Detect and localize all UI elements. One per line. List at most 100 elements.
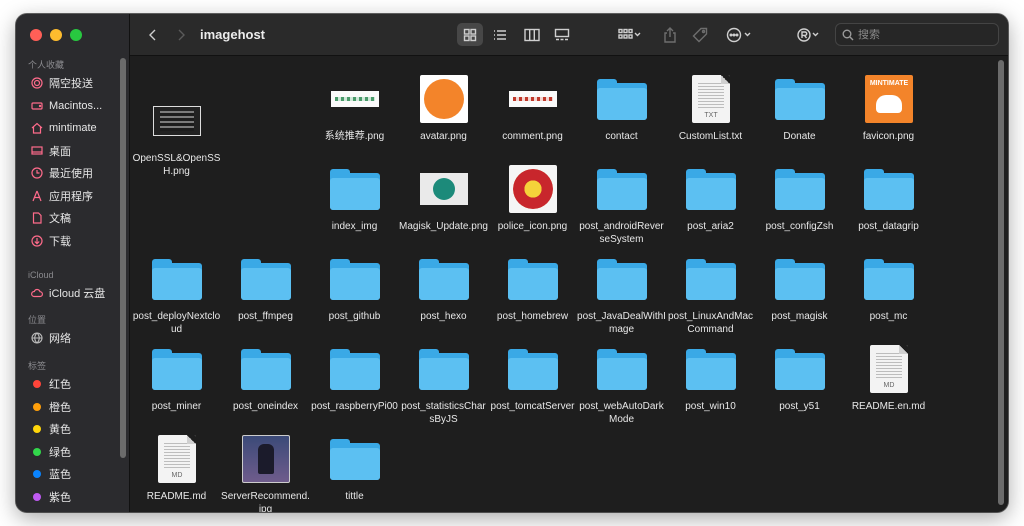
folder-item[interactable]: post_hexo <box>399 242 488 332</box>
search-input[interactable] <box>858 28 988 41</box>
more-button[interactable] <box>722 23 756 47</box>
folder-item[interactable]: index_img <box>310 152 399 242</box>
file-name: post_y51 <box>779 401 820 412</box>
file-item[interactable]: TXT CustomList.txt <box>666 62 755 152</box>
file-icon-wrap <box>597 74 647 124</box>
file-name: post_oneindex <box>232 401 299 412</box>
sidebar-section-header: iCloud <box>28 270 54 280</box>
sidebar-item[interactable]: 下载 <box>16 230 130 253</box>
folder-item[interactable]: post_win10 <box>666 332 755 422</box>
sidebar-item[interactable]: 网络 <box>16 327 130 350</box>
file-icon-wrap: MD <box>864 344 914 394</box>
sidebar-scrollbar[interactable] <box>120 58 126 458</box>
list-view-button[interactable] <box>490 23 510 47</box>
file-item[interactable]: ServerRecommend.jpg <box>221 422 310 512</box>
file-icon-wrap <box>597 164 647 214</box>
folder-item[interactable]: post_raspberryPi00 <box>310 332 399 422</box>
sidebar-item[interactable]: 最近使用 <box>16 162 130 185</box>
folder-item[interactable]: post_github <box>310 242 399 332</box>
sidebar-item[interactable]: 隔空投送 <box>16 72 130 95</box>
folder-item[interactable]: post_JavaDealWithImage <box>577 242 666 335</box>
file-icon-wrap <box>330 254 380 304</box>
gallery-view-button[interactable] <box>552 23 572 47</box>
folder-item[interactable]: contact <box>577 62 666 152</box>
forward-icon <box>178 29 185 41</box>
file-item[interactable]: avatar.png <box>399 62 488 152</box>
folder-item[interactable]: tittle <box>310 422 399 512</box>
file-icon-wrap <box>686 254 736 304</box>
file-name: Magisk_Update.png <box>399 221 488 232</box>
sidebar-item[interactable]: 红色 <box>16 373 130 396</box>
sidebar-item[interactable]: iCloud 云盘 <box>16 282 130 305</box>
folder-item[interactable]: post_statisticsCharsByJS <box>399 332 488 425</box>
file-icon-wrap <box>330 164 380 214</box>
folder-item[interactable]: post_y51 <box>755 332 844 422</box>
tag-button[interactable] <box>690 23 710 47</box>
file-item[interactable]: OpenSSL&OpenSSH.png <box>132 84 221 177</box>
sidebar-item[interactable]: Macintos... <box>16 95 130 118</box>
folder-item[interactable]: post_webAutoDarkMode <box>577 332 666 425</box>
folder-item[interactable]: Donate <box>755 62 844 152</box>
file-item[interactable]: police_icon.png <box>488 152 577 242</box>
file-item[interactable]: 系统推荐.png <box>310 62 399 152</box>
folder-item[interactable]: post_aria2 <box>666 152 755 242</box>
file-name: comment.png <box>502 131 563 142</box>
folder-item[interactable]: post_configZsh <box>755 152 844 242</box>
folder-item[interactable]: post_miner <box>132 332 221 422</box>
image-thumbnail: MINTIMATE <box>865 75 913 123</box>
folder-item[interactable]: post_oneindex <box>221 332 310 422</box>
close-button[interactable] <box>30 29 42 41</box>
sidebar-item[interactable]: 紫色 <box>16 486 130 509</box>
folder-item[interactable]: post_ffmpeg <box>221 242 310 332</box>
sidebar-item-label: mintimate <box>49 122 97 135</box>
folder-item[interactable]: post_mc <box>844 242 933 332</box>
group-button[interactable] <box>613 23 647 47</box>
folder-item[interactable]: post_LinuxAndMacCommand <box>666 242 755 335</box>
file-item[interactable]: comment.png <box>488 62 577 152</box>
sidebar-item-label: 绿色 <box>49 446 71 459</box>
sidebar-item[interactable]: 应用程序 <box>16 185 130 208</box>
back-icon <box>149 29 156 41</box>
sidebar-item[interactable]: mintimate <box>16 117 130 140</box>
back-button[interactable] <box>144 23 162 47</box>
folder-icon <box>330 168 380 210</box>
search-field[interactable] <box>835 23 999 46</box>
folder-item[interactable]: post_magisk <box>755 242 844 332</box>
folder-item[interactable]: post_homebrew <box>488 242 577 332</box>
forward-button[interactable] <box>172 23 190 47</box>
sidebar-item[interactable]: 橙色 <box>16 396 130 419</box>
zoom-button[interactable] <box>70 29 82 41</box>
group-icon <box>618 28 641 39</box>
icon-view-icon <box>463 28 477 42</box>
minimize-button[interactable] <box>50 29 62 41</box>
file-icon-wrap <box>508 164 558 214</box>
file-item[interactable]: Magisk_Update.png <box>399 152 488 242</box>
file-item[interactable]: MD README.md <box>132 422 221 512</box>
tag-dot-icon <box>33 470 41 479</box>
main-scrollbar[interactable] <box>998 60 1004 505</box>
search-icon <box>842 29 854 40</box>
sidebar-item[interactable]: 黄色 <box>16 418 130 441</box>
sidebar-item[interactable]: 蓝色 <box>16 463 130 486</box>
sidebar-item[interactable]: 文稿 <box>16 207 130 230</box>
folder-item[interactable]: post_datagrip <box>844 152 933 242</box>
file-name: post_aria2 <box>687 221 734 232</box>
file-item[interactable]: MD README.en.md <box>844 332 933 422</box>
folder-item[interactable]: post_tomcatServer <box>488 332 577 422</box>
file-icon-wrap <box>508 74 558 124</box>
file-item[interactable]: MINTIMATE favicon.png <box>844 62 933 152</box>
column-view-button[interactable] <box>522 23 542 47</box>
folder-item[interactable]: post_deployNextcloud <box>132 242 221 335</box>
main-pane: imagehost 搜索 OpenSSL&OpenSSH.png 系统推荐.pn… <box>130 14 1008 512</box>
sidebar-section-header: 位置 <box>28 315 47 325</box>
file-icon-wrap <box>597 344 647 394</box>
folder-item[interactable]: post_androidReverseSystem <box>577 152 666 245</box>
tag-dot-icon <box>33 380 41 389</box>
share-button[interactable] <box>660 23 680 47</box>
file-name: post_magisk <box>771 311 828 322</box>
sidebar-item[interactable]: 桌面 <box>16 140 130 163</box>
sidebar-item[interactable]: 绿色 <box>16 441 130 464</box>
icon-view-button[interactable] <box>460 23 480 47</box>
account-icon <box>797 28 819 42</box>
account-button[interactable] <box>794 23 824 47</box>
